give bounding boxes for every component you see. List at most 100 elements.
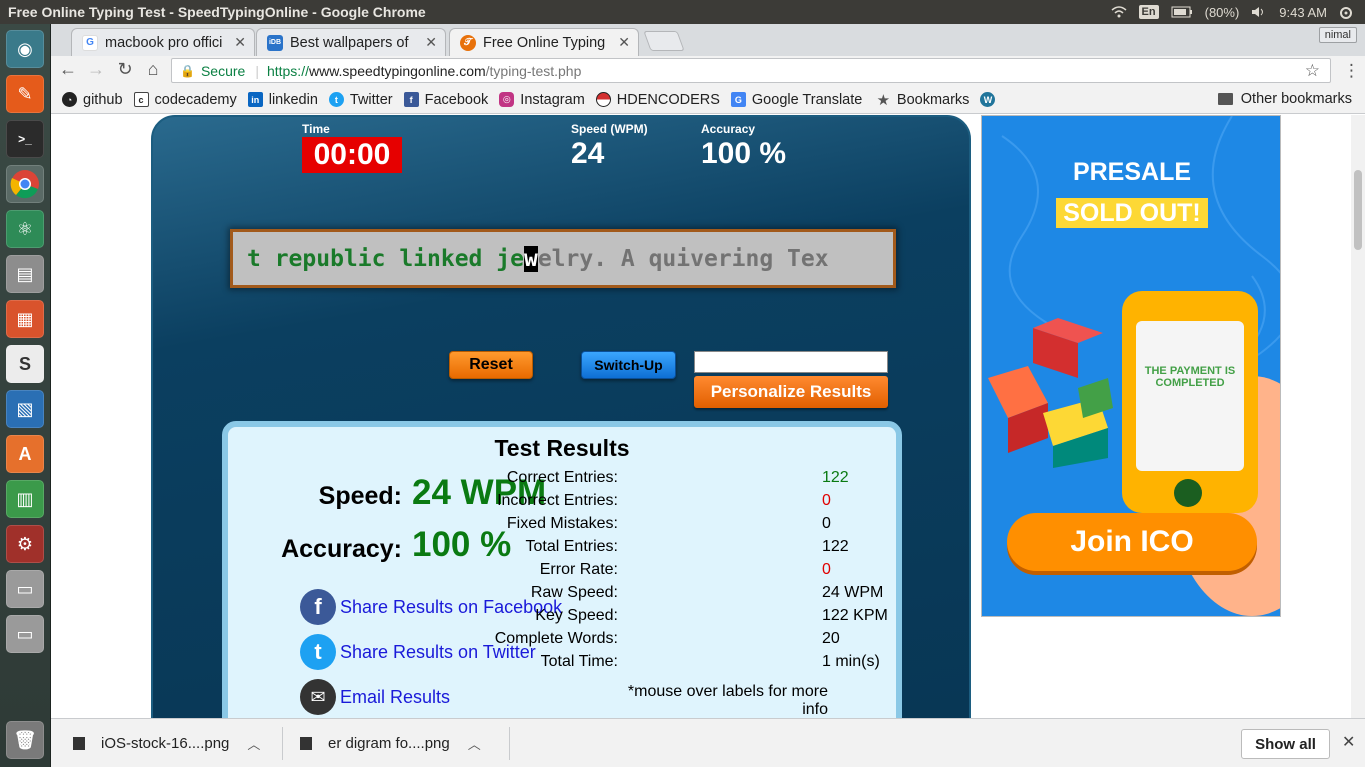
battery-icon[interactable] [1171,6,1193,18]
wifi-icon[interactable] [1111,6,1127,18]
results-heading: Test Results [494,435,630,461]
chevron-up-icon[interactable]: ︿ [468,734,481,753]
download-item[interactable]: er digram fo....png ︿ [300,719,481,767]
speed-label[interactable]: Speed (WPM) [571,122,648,136]
email-results-link[interactable]: ✉ Email Results [300,679,450,715]
close-tab-icon[interactable]: ✕ [234,34,246,51]
speed-result-label[interactable]: Speed: [268,482,402,511]
slack-icon[interactable]: S [6,345,44,383]
typing-text-area[interactable]: t republic linked je w elry. A quivering T… [230,229,896,288]
bookmarks-bar: ◔ github c codecademy in linkedin t Twitter … [51,86,1365,114]
image-file-icon [300,737,312,750]
show-all-downloads-button[interactable]: Show all [1241,729,1330,759]
github-icon: ◔ [62,92,77,107]
home-icon[interactable]: ⌂ [141,59,165,80]
address-bar[interactable]: 🔒 Secure | https://www.speedtypingonline… [171,58,1360,83]
bookmark-hdencoders[interactable]: HDENCODERS [595,92,720,108]
phone-illustration: THE PAYMENT IS COMPLETED [1122,291,1258,513]
ad-payment-text: THE PAYMENT IS COMPLETED [1144,365,1236,389]
speed-value: 24 [571,137,605,170]
drive-icon[interactable]: ▭ [6,570,44,608]
close-tab-icon[interactable]: ✕ [425,34,437,51]
document-viewer-icon[interactable]: ▦ [6,300,44,338]
bookmark-linkedin[interactable]: in linkedin [247,92,318,108]
bookmark-bookmarks[interactable]: ★ Bookmarks [876,92,970,109]
name-input[interactable] [694,351,888,373]
text-cursor: w [523,245,538,272]
system-top-panel: Free Online Typing Test - SpeedTypingOnl… [0,0,1365,24]
scrollbar-thumb[interactable] [1354,170,1362,250]
chrome-icon[interactable] [6,165,44,203]
twitter-icon: t [300,634,336,670]
reload-icon[interactable]: ↻ [113,59,137,80]
drive-icon-2[interactable]: ▭ [6,615,44,653]
timer-display: 00:00 [302,137,402,173]
bookmark-facebook[interactable]: f Facebook [403,92,488,108]
secure-label[interactable]: Secure [201,63,245,79]
close-icon[interactable]: ✕ [1342,732,1355,752]
bookmark-wordpress[interactable]: W [980,92,1001,107]
unity-launcher: ◉ ✎ >_ ⚛ ▤ ▦ S ▧ A ▥ ⚙ ▭ ▭ 🗑 [0,24,51,767]
accuracy-result-label[interactable]: Accuracy: [258,535,402,564]
terminal-icon[interactable]: >_ [6,120,44,158]
chevron-up-icon[interactable]: ︿ [247,734,260,753]
chrome-menu-icon[interactable]: ⋮ [1343,61,1360,81]
bookmark-star-icon[interactable]: ☆ [1305,61,1320,81]
twitter-icon: t [328,92,344,107]
ico-advertisement[interactable]: PRESALE SOLD OUT! THE PAYMENT IS COMPLET… [981,115,1281,617]
bookmark-instagram[interactable]: ◎ Instagram [499,92,585,108]
other-bookmarks[interactable]: Other bookmarks [1217,91,1352,107]
files-icon[interactable]: ▤ [6,255,44,293]
test-results-box: Test Results Speed: 24 WPM Accuracy: 100… [222,421,902,718]
window-title: Free Online Typing Test - SpeedTypingOnl… [8,4,426,20]
bookmark-codecademy[interactable]: c codecademy [133,92,237,108]
tab-macbook[interactable]: G macbook pro offici ✕ [71,28,255,56]
lock-icon[interactable]: 🔒 [180,64,195,78]
facebook-icon: f [300,589,336,625]
bookmark-google-translate[interactable]: G Google Translate [730,92,865,108]
phone-screen: THE PAYMENT IS COMPLETED [1136,321,1244,471]
keyboard-language-indicator[interactable]: En [1138,5,1159,19]
email-icon: ✉ [300,679,336,715]
codecademy-icon: c [133,92,149,107]
typed-text: t republic linked je [247,245,524,272]
tab-label: Best wallpapers of [290,34,409,51]
url-scheme: https:// [266,62,309,79]
reset-button[interactable]: Reset [449,351,533,379]
writer-icon[interactable]: ▧ [6,390,44,428]
facebook-icon: f [403,92,419,107]
image-file-icon [73,737,85,750]
settings-icon[interactable]: ⚙ [6,525,44,563]
tab-wallpapers[interactable]: iDB Best wallpapers of ✕ [256,28,446,56]
power-gear-icon[interactable] [1339,6,1355,19]
page-scrollbar[interactable] [1351,115,1365,718]
personalize-results-button[interactable]: Personalize Results [694,376,888,408]
bookmark-twitter[interactable]: t Twitter [328,92,393,108]
ad-sold-out-text: SOLD OUT! [1056,198,1208,228]
url-path: /typing-test.php [485,62,582,79]
tab-speedtyping[interactable]: 𝒯 Free Online Typing ✕ [449,28,639,56]
ubuntu-dash-icon[interactable]: ◉ [6,30,44,68]
download-item[interactable]: iOS-stock-16....png ︿ [73,719,260,767]
close-tab-icon[interactable]: ✕ [618,34,630,51]
battery-percent: (80%) [1204,4,1240,20]
back-arrow-icon[interactable]: ← [56,59,80,80]
calc-icon[interactable]: ▥ [6,480,44,518]
profile-button[interactable]: nimal [1318,27,1357,43]
trash-icon[interactable]: 🗑 [6,721,44,759]
typing-test-panel: Time 00:00 Speed (WPM) 24 Accuracy 100 %… [151,115,971,718]
new-tab-button[interactable] [643,31,685,51]
join-ico-button[interactable]: Join ICO [1007,513,1257,571]
volume-icon[interactable] [1251,6,1267,18]
accuracy-label[interactable]: Accuracy [701,122,755,136]
pencil-app-icon[interactable]: ✎ [6,75,44,113]
software-center-icon[interactable]: A [6,435,44,473]
switch-up-button[interactable]: Switch-Up [581,351,676,379]
forward-arrow-icon[interactable]: → [84,59,108,80]
clock[interactable]: 9:43 AM [1279,5,1327,20]
bookmark-github[interactable]: ◔ github [62,92,123,108]
download-separator [282,727,283,760]
tab-label: Free Online Typing [483,34,606,51]
atom-icon[interactable]: ⚛ [6,210,44,248]
tab-strip: G macbook pro offici ✕ iDB Best wallpape… [51,24,1365,56]
